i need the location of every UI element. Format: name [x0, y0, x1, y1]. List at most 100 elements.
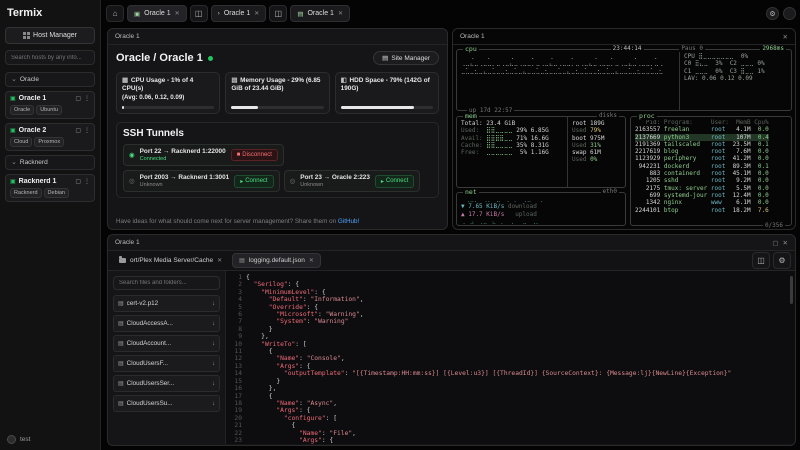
plug-icon: ◎	[129, 178, 135, 185]
file-item[interactable]: ▤ CloudAccessA... ↓	[113, 315, 220, 332]
tab-label: ort/Plex Media Server/Cache	[130, 257, 214, 264]
file-item[interactable]: ▤ cert-v2.p12 ↓	[113, 295, 220, 312]
cpu-graph: ⠀⠀⢀⠀⠀⠀⡀⠀⠀⠀⠀⢀⠀⠀⠀⠀⡀⠀⠀⠀⢀⠀⠀⠀⠀⡀⠀⠀⠀⠀⢀⠀⠀⠀⡀⠀⠀⠀⠀⢀…	[461, 53, 664, 75]
tab-oracle-1-2[interactable]: › Oracle 1 ✕	[210, 5, 267, 22]
close-icon[interactable]: ✕	[217, 257, 222, 264]
overview-panel-title: Oracle 1	[115, 33, 140, 40]
user-avatar-icon[interactable]	[7, 435, 16, 444]
files-icon: ▤	[297, 10, 304, 18]
progress-bar	[122, 106, 215, 109]
terminal-panel-header: Oracle 1 ✕	[453, 29, 795, 45]
tunnel-card: ◎ Port 23 → Oracle 2:223 Unknown ▸ Connect	[283, 170, 421, 192]
host-groups: ⌄ Oracle ▣ Oracle 1 ▢ ⋮ Oracle Ubuntu ▣ Oracle 2 ▢…	[5, 72, 95, 202]
split-view-button[interactable]: ◫	[752, 252, 770, 269]
tab-oracle-1-3[interactable]: ▤ Oracle 1 ✕	[290, 5, 350, 22]
editor-scrollbar[interactable]	[790, 276, 793, 304]
connect-button[interactable]: ▸ Connect	[374, 174, 415, 188]
terminal-screen[interactable]: cpu Paus 0 23:44:14 2968ms up 17d 22:57 …	[456, 45, 792, 229]
plug-icon: ◎	[289, 178, 296, 185]
settings-gear-icon[interactable]: ⚙	[766, 7, 779, 20]
file-name: CloudUsersF...	[126, 360, 168, 367]
github-link[interactable]: GitHub!	[338, 218, 359, 225]
download-icon[interactable]: ↓	[212, 341, 215, 347]
terminal-panel-title: Oracle 1	[460, 33, 485, 40]
host-tag: Ubuntu	[36, 105, 62, 115]
folder-icon	[119, 256, 126, 263]
file-search-input[interactable]	[113, 276, 220, 290]
download-icon[interactable]: ↓	[212, 381, 215, 387]
clock-text: 23:44:14	[610, 45, 644, 52]
file-name: CloudUsersSer...	[126, 380, 175, 387]
download-icon[interactable]: ↓	[212, 301, 215, 307]
close-icon[interactable]: ✕	[783, 239, 788, 247]
group-label: Racknerd	[19, 159, 48, 166]
stat-title: ▦ CPU Usage - 1% of 4 CPU(s)	[122, 77, 194, 93]
settings-gear-icon[interactable]: ⚙	[773, 252, 791, 269]
mem-stats: Total: 23.4 GiB Used: ⣿⣿⣀⣀⣀⣀ 29% 6.85G A…	[461, 120, 549, 157]
disk-stats: root 189G Used 79% boot 975M Used 31% sw…	[567, 117, 625, 187]
terminal-panel: Oracle 1 ✕ cpu Paus 0 23:44:14 2968ms up…	[452, 28, 796, 230]
file-item[interactable]: ▤ CloudUsersF... ↓	[113, 355, 220, 372]
profile-avatar-icon[interactable]	[783, 7, 796, 20]
download-icon[interactable]: ↓	[212, 321, 215, 327]
file-item[interactable]: ▤ CloudAccount... ↓	[113, 335, 220, 352]
sidebar-group-racknerd[interactable]: ⌄ Racknerd	[5, 155, 95, 170]
host-card-oracle-1[interactable]: ▣ Oracle 1 ▢ ⋮ Oracle Ubuntu	[5, 91, 95, 119]
host-card-racknerd-1[interactable]: ▣ Racknerd 1 ▢ ⋮ Racknerd Debian	[5, 174, 95, 202]
terminal-icon[interactable]: ▢	[75, 178, 81, 185]
terminal-icon[interactable]: ▢	[75, 127, 81, 134]
host-manager-button[interactable]: Host Manager	[5, 27, 95, 44]
progress-bar	[340, 106, 433, 109]
code-editor[interactable]: 1 2 3 4 5 6 7 8 9 10 11 12 13 14 15 16 17 18 19 20 21 22 23 { …	[226, 271, 795, 444]
tab-oracle-1-1[interactable]: ▣ Oracle 1 ✕	[127, 5, 187, 22]
home-button[interactable]: ⌂	[106, 5, 124, 22]
close-icon[interactable]: ✕	[338, 10, 343, 17]
cpu-icon: ▦	[122, 77, 129, 84]
net-box-title: net	[463, 188, 479, 196]
download-icon[interactable]: ↓	[212, 361, 215, 367]
terminal-icon[interactable]: ▢	[75, 95, 81, 102]
btop-net-box: net eth0 ⠀⢀⣀⡀⠀⢀⡀⠀⣀⠀⢀⠀⡀⠀⢀⣀⠀⠀⡀⠀ ▼ 7.65 KiB…	[456, 188, 626, 226]
tunnel-route: Port 23 → Oracle 2:223	[300, 174, 370, 181]
close-icon[interactable]: ✕	[175, 10, 180, 17]
connect-button[interactable]: ▸ Connect	[234, 174, 274, 188]
split-view-button[interactable]: ◫	[269, 5, 288, 22]
sidebar-group-oracle[interactable]: ⌄ Oracle	[5, 72, 95, 87]
file-tab-2[interactable]: ▤ logging.default.json ✕	[232, 253, 321, 268]
tunnel-card: ◉ Port 22 → Racknerd 1:22000 Connected ■ Di…	[123, 144, 284, 166]
site-manager-label: Site Manager	[391, 54, 430, 62]
tunnel-status: Unknown	[139, 182, 163, 188]
split-view-button[interactable]: ◫	[189, 5, 208, 22]
more-icon[interactable]: ⋮	[84, 127, 90, 134]
tab-label: logging.default.json	[248, 257, 305, 264]
ssh-tunnels-title: SSH Tunnels	[123, 128, 184, 139]
cpu-box-title: cpu	[463, 45, 479, 53]
more-icon[interactable]: ⋮	[84, 95, 90, 102]
file-item[interactable]: ▤ CloudUsersSu... ↓	[113, 395, 220, 412]
plug-icon: ◉	[129, 152, 135, 159]
disconnect-button[interactable]: ■ Disconnect	[230, 149, 278, 161]
host-card-oracle-2[interactable]: ▣ Oracle 2 ▢ ⋮ Cloud Proxmox	[5, 123, 95, 151]
file-icon: ▤	[118, 401, 124, 407]
tunnel-status: Connected	[139, 156, 167, 162]
close-icon[interactable]: ✕	[254, 10, 259, 17]
download-icon[interactable]: ↓	[212, 401, 215, 407]
more-icon[interactable]: ⋮	[84, 178, 90, 185]
stat-subtitle: (Avg: 0.06, 0.12, 0.09)	[122, 93, 185, 101]
close-icon[interactable]: ✕	[309, 257, 314, 264]
mem-box-title: mem	[463, 112, 479, 120]
file-tab-1[interactable]: ort/Plex Media Server/Cache ✕	[112, 253, 229, 268]
file-item[interactable]: ▤ CloudUsersSer... ↓	[113, 375, 220, 392]
overview-panel-header: Oracle 1	[108, 29, 447, 45]
close-icon[interactable]: ✕	[783, 33, 788, 41]
app-root: Termix Host Manager ⌄Oracle▣Oracle 1▢⋮Or…	[0, 0, 800, 450]
tab-label: Oracle 1	[223, 10, 251, 17]
site-manager-button[interactable]: ▤ Site Manager	[373, 51, 439, 65]
file-name: CloudAccessA...	[126, 320, 173, 327]
host-tag: Oracle	[10, 105, 35, 115]
group-label: Oracle	[19, 76, 40, 83]
expand-icon[interactable]: ▢	[772, 239, 778, 247]
chevron-down-icon: ⌄	[11, 76, 17, 83]
file-tab-strip: ort/Plex Media Server/Cache ✕ ▤ logging.def…	[108, 251, 795, 271]
host-search-input[interactable]	[5, 50, 95, 65]
